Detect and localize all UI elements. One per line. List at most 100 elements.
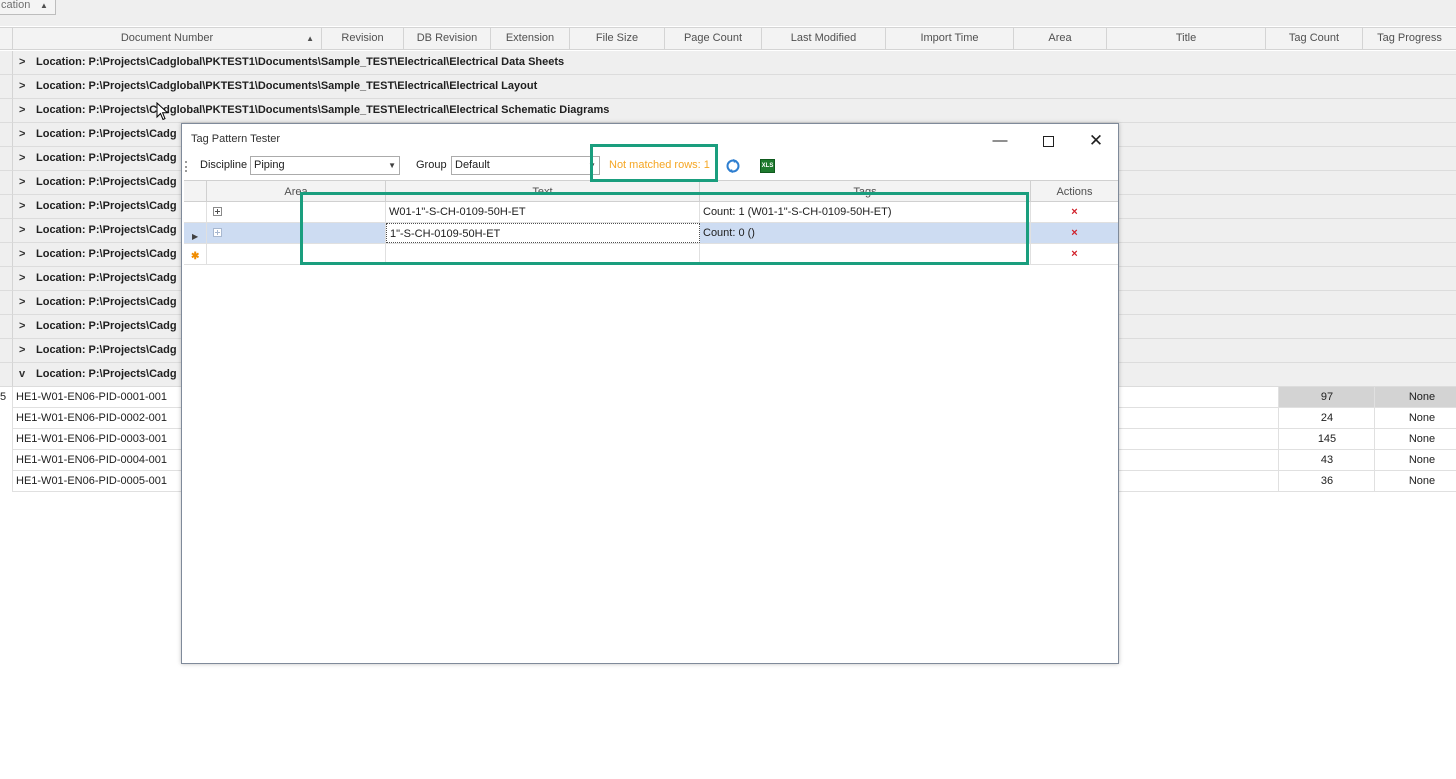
group-row-label: Location: P:\Projects\Cadglobal\PKTEST1\… xyxy=(36,104,610,116)
row-indicator xyxy=(0,315,13,339)
column-header-db-revision[interactable]: DB Revision xyxy=(404,28,491,49)
row-prefix-text: 5 xyxy=(0,391,7,403)
group-row-location[interactable]: > Location: P:\Projects\Cadglobal\PKTEST1… xyxy=(13,99,1456,123)
chevron-right-icon[interactable]: > xyxy=(19,267,25,290)
minimize-icon: — xyxy=(992,132,1008,149)
delete-icon: × xyxy=(1071,206,1078,218)
row-indicator xyxy=(0,123,13,147)
tag-progress-cell: None xyxy=(1374,387,1456,407)
row-indicator: ▶ xyxy=(184,223,207,243)
column-header-extension[interactable]: Extension xyxy=(491,28,570,49)
delete-row-button[interactable]: × xyxy=(1031,202,1118,222)
row-indicator xyxy=(0,243,13,267)
column-header-file-size[interactable]: File Size xyxy=(570,28,665,49)
column-header-document-number[interactable]: Document Number ▲ xyxy=(13,28,322,49)
group-row-label: Location: P:\Projects\Cadglobal\PKTEST1\… xyxy=(36,80,538,92)
group-row-label: Location: P:\Projects\Cadg xyxy=(36,152,177,164)
row-indicator xyxy=(184,202,207,222)
document-number-cell: HE1-W01-EN06-PID-0003-001 xyxy=(16,433,168,445)
row-indicator xyxy=(0,171,13,195)
delete-icon: × xyxy=(1071,227,1078,239)
chevron-right-icon[interactable]: > xyxy=(19,243,25,266)
refresh-icon[interactable] xyxy=(725,158,741,174)
group-select[interactable]: Default ▼ xyxy=(451,156,600,175)
document-number-cell: HE1-W01-EN06-PID-0002-001 xyxy=(16,412,168,424)
chevron-right-icon[interactable]: > xyxy=(19,291,25,314)
chevron-right-icon[interactable]: > xyxy=(19,123,25,146)
tag-progress-cell: None xyxy=(1374,450,1456,470)
row-indicator xyxy=(0,219,13,243)
column-header-import-time[interactable]: Import Time xyxy=(886,28,1014,49)
tag-progress-cell: None xyxy=(1374,408,1456,428)
chevron-right-icon[interactable]: > xyxy=(19,75,25,98)
chevron-right-icon[interactable]: > xyxy=(19,147,25,170)
row-border xyxy=(12,450,13,471)
tag-count-cell: 24 xyxy=(1278,408,1375,428)
delete-row-button[interactable]: × xyxy=(1031,244,1118,264)
column-header-last-modified[interactable]: Last Modified xyxy=(762,28,886,49)
group-label: Group xyxy=(416,159,447,171)
tag-count-cell: 145 xyxy=(1278,429,1375,449)
document-grid-header: Document Number ▲ Revision DB Revision E… xyxy=(0,27,1456,50)
row-indicator-header xyxy=(0,28,13,49)
group-row-label: Location: P:\Projects\Cadg xyxy=(36,320,177,332)
column-header-area[interactable]: Area xyxy=(1014,28,1107,49)
column-header-actions[interactable]: Actions xyxy=(1031,180,1118,202)
group-by-panel: cation ▲ xyxy=(0,0,1456,26)
group-by-location-chip[interactable]: cation ▲ xyxy=(0,0,56,15)
chevron-right-icon[interactable]: > xyxy=(19,195,25,218)
maximize-icon xyxy=(1042,135,1054,147)
row-indicator xyxy=(0,99,13,123)
chevron-right-icon[interactable]: > xyxy=(19,315,25,338)
group-row-label: Location: P:\Projects\Cadg xyxy=(36,248,177,260)
maximize-button[interactable] xyxy=(1026,128,1070,154)
row-border xyxy=(12,471,13,492)
delete-icon: × xyxy=(1071,248,1078,260)
column-header-revision[interactable]: Revision xyxy=(322,28,404,49)
chevron-right-icon[interactable]: > xyxy=(19,99,25,122)
row-border xyxy=(12,408,13,429)
row-indicator xyxy=(0,51,13,75)
expand-row-icon[interactable] xyxy=(213,228,222,237)
chevron-right-icon[interactable]: > xyxy=(19,219,25,242)
group-row-label: Location: P:\Projects\Cadg xyxy=(36,296,177,308)
tag-count-cell: 36 xyxy=(1278,471,1375,491)
chevron-right-icon[interactable]: > xyxy=(19,171,25,194)
annotation-highlight-not-matched xyxy=(590,144,718,182)
column-header-title[interactable]: Title xyxy=(1107,28,1266,49)
tag-count-cell: 43 xyxy=(1278,450,1375,470)
minimize-button[interactable]: — xyxy=(978,128,1022,154)
dialog-title: Tag Pattern Tester xyxy=(191,133,281,145)
current-row-arrow-icon: ▶ xyxy=(192,232,199,241)
group-row-label: Location: P:\Projects\Cadg xyxy=(36,368,177,380)
row-indicator-header xyxy=(184,180,207,202)
row-indicator xyxy=(0,363,13,387)
chevron-down-icon: ▼ xyxy=(388,161,396,170)
column-label: Document Number xyxy=(120,32,214,44)
document-number-cell: HE1-W01-EN06-PID-0005-001 xyxy=(16,475,168,487)
group-row-location[interactable]: > Location: P:\Projects\Cadglobal\PKTEST1… xyxy=(13,51,1456,75)
chevron-down-icon[interactable]: v xyxy=(19,363,25,386)
column-header-tag-count[interactable]: Tag Count xyxy=(1266,28,1363,49)
document-number-cell: HE1-W01-EN06-PID-0004-001 xyxy=(16,454,168,466)
column-header-page-count[interactable]: Page Count xyxy=(665,28,762,49)
discipline-label: Discipline xyxy=(200,159,248,171)
column-header-tag-progress[interactable]: Tag Progress xyxy=(1363,28,1456,49)
row-indicator xyxy=(0,291,13,315)
group-row-label: Location: P:\Projects\Cadglobal\PKTEST1\… xyxy=(36,56,565,68)
row-border xyxy=(12,387,13,408)
tag-count-cell: 97 xyxy=(1278,387,1375,407)
export-excel-icon[interactable]: XLS xyxy=(760,159,775,173)
row-indicator xyxy=(0,267,13,291)
row-indicator: ✱ xyxy=(184,244,207,264)
toolbar-grip-icon[interactable] xyxy=(185,161,189,172)
close-button[interactable]: ✕ xyxy=(1074,128,1118,154)
chevron-right-icon[interactable]: > xyxy=(19,339,25,362)
chevron-right-icon[interactable]: > xyxy=(19,51,25,74)
group-row-location[interactable]: > Location: P:\Projects\Cadglobal\PKTEST1… xyxy=(13,75,1456,99)
discipline-select[interactable]: Piping ▼ xyxy=(250,156,400,175)
delete-row-button[interactable]: × xyxy=(1031,223,1118,243)
group-row-label: Location: P:\Projects\Cadg xyxy=(36,272,177,284)
sort-ascending-icon[interactable]: ▲ xyxy=(40,1,48,10)
expand-row-icon[interactable] xyxy=(213,207,222,216)
